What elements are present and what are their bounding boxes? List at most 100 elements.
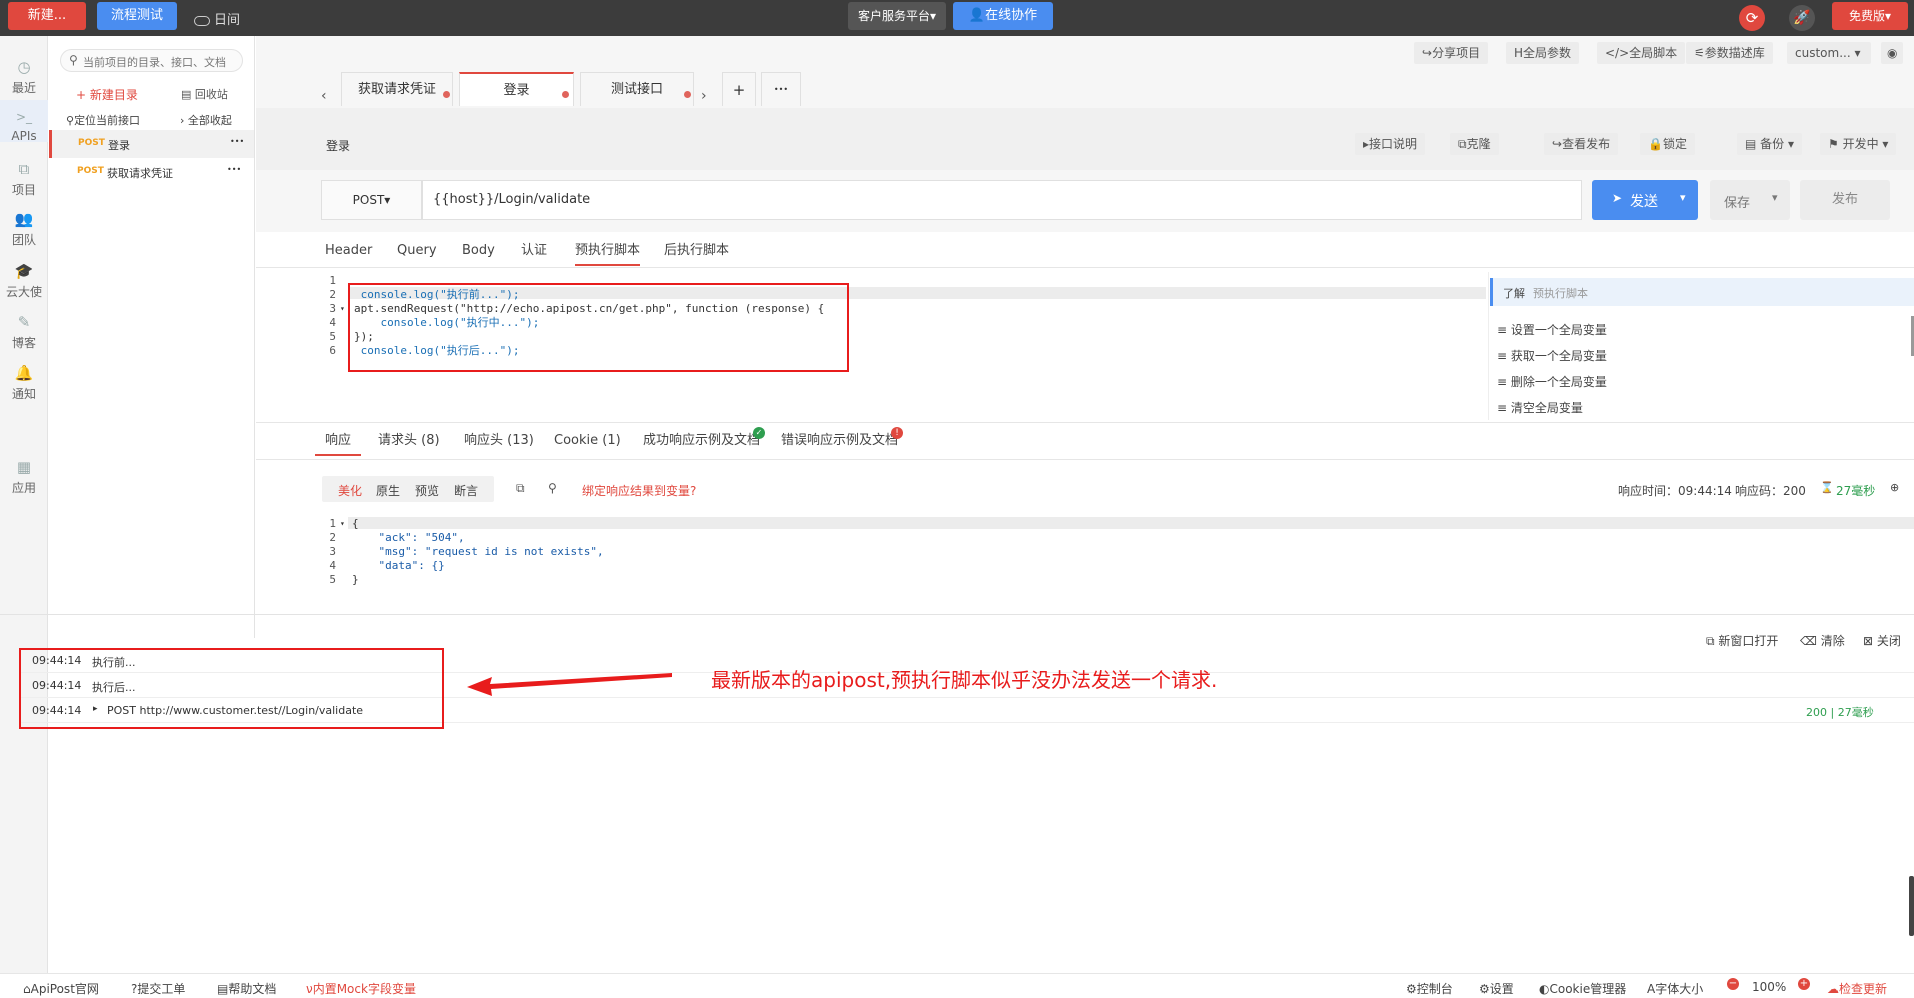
clone-button[interactable]: ⧉克隆 bbox=[1450, 133, 1499, 155]
zoom-in-icon[interactable]: + bbox=[1798, 978, 1810, 990]
rail-item-recent[interactable]: ◷ 最近 bbox=[0, 58, 48, 96]
global-params-button[interactable]: H全局参数 bbox=[1506, 42, 1580, 64]
new-folder-button[interactable]: + 新建目录 bbox=[76, 86, 138, 103]
footer-cookie[interactable]: ◐Cookie管理器 bbox=[1539, 980, 1626, 997]
page-scrollbar[interactable] bbox=[1909, 876, 1914, 936]
tab-login[interactable]: 登录 bbox=[459, 72, 574, 106]
collapse-all-button[interactable]: › 全部收起 bbox=[180, 112, 232, 128]
copy-icon[interactable]: ⧉ bbox=[516, 481, 525, 496]
tree-item[interactable]: POST 获取请求凭证 ••• bbox=[49, 158, 254, 186]
json-line: "ack": "504", bbox=[352, 531, 465, 544]
tab-prev[interactable]: ‹ bbox=[321, 88, 327, 104]
caret-down-icon[interactable]: ▾ bbox=[1680, 191, 1686, 204]
new-button[interactable]: 新建... bbox=[8, 2, 86, 30]
save-button[interactable]: 保存 ▾ bbox=[1710, 180, 1790, 220]
console-new-window-button[interactable]: ⧉ 新窗口打开 bbox=[1706, 632, 1778, 649]
rail-item-notify[interactable]: 🔔 通知 bbox=[0, 364, 48, 402]
share-project-button[interactable]: ↪分享项目 bbox=[1414, 42, 1489, 64]
response-duration: 27毫秒 bbox=[1836, 484, 1876, 498]
footer-label: 帮助文档 bbox=[228, 982, 277, 996]
env-select[interactable]: custom... ▾ bbox=[1787, 42, 1871, 64]
snippet-item[interactable]: ≡ 获取一个全局变量 bbox=[1497, 347, 1607, 364]
subtab-pre-script[interactable]: 预执行脚本 bbox=[575, 236, 641, 266]
footer-link-site[interactable]: ⌂ApiPost官网 bbox=[23, 980, 99, 997]
snippet-item[interactable]: ≡ 设置一个全局变量 bbox=[1497, 321, 1607, 338]
status-select[interactable]: ⚑ 开发中 ▾ bbox=[1820, 133, 1897, 155]
tree-search[interactable]: ⚲ 当前项目的目录、接口、文档 bbox=[60, 49, 243, 72]
fold-arrow-icon[interactable]: ▾ bbox=[340, 517, 345, 531]
locate-button[interactable]: ⚲定位当前接口 bbox=[66, 112, 140, 128]
url-input[interactable]: {{host}}/Login/validate bbox=[422, 180, 1582, 220]
sync-icon[interactable]: ⟳ bbox=[1739, 5, 1765, 31]
view-mode-raw[interactable]: 原生 bbox=[376, 482, 400, 499]
subtab-post-script[interactable]: 后执行脚本 bbox=[664, 236, 729, 266]
subtab-header[interactable]: Header bbox=[325, 236, 372, 266]
plan-button[interactable]: 免费版▾ bbox=[1832, 2, 1908, 30]
subtab-query[interactable]: Query bbox=[397, 236, 437, 266]
response-body[interactable]: 1 ▾ 2 3 4 5 { "ack": "504", "msg": "requ… bbox=[318, 516, 1914, 596]
footer-console[interactable]: ⚙控制台 bbox=[1406, 980, 1453, 997]
subtab-auth[interactable]: 认证 bbox=[521, 236, 547, 266]
footer-update[interactable]: ☁检查更新 bbox=[1827, 980, 1887, 997]
send-button[interactable]: ➤ 发送 ▾ bbox=[1592, 180, 1698, 220]
workspace-select[interactable]: 客户服务平台▾ bbox=[848, 2, 946, 30]
rail-label: 博客 bbox=[11, 336, 36, 350]
view-mode-assert[interactable]: 断言 bbox=[454, 482, 478, 499]
param-lib-button[interactable]: ⚟参数描述库 bbox=[1686, 42, 1773, 64]
subtab-body[interactable]: Body bbox=[462, 236, 495, 266]
zoom-out-icon[interactable]: − bbox=[1727, 978, 1739, 990]
resp-tab-response[interactable]: 响应 bbox=[315, 426, 362, 456]
lock-button[interactable]: 🔒锁定 bbox=[1640, 133, 1695, 155]
flow-test-button[interactable]: 流程测试 bbox=[97, 2, 177, 30]
snippet-item[interactable]: ≡ 清空全局变量 bbox=[1497, 399, 1583, 416]
tab-more-button[interactable]: ••• bbox=[761, 72, 801, 106]
close-label: 关闭 bbox=[1876, 634, 1901, 648]
view-publish-button[interactable]: ↪查看发布 bbox=[1544, 133, 1619, 155]
caret-down-icon[interactable]: ▾ bbox=[1772, 191, 1778, 204]
tab-next[interactable]: › bbox=[701, 88, 707, 104]
rail-item-apps[interactable]: ▦ 应用 bbox=[0, 458, 48, 496]
resp-tab-success-doc[interactable]: 成功响应示例及文档 bbox=[643, 426, 760, 456]
footer-link-help[interactable]: ▤帮助文档 bbox=[217, 980, 276, 997]
more-icon[interactable]: ••• bbox=[230, 137, 244, 146]
more-icon[interactable]: ••• bbox=[227, 165, 241, 174]
global-script-button[interactable]: </>全局脚本 bbox=[1597, 42, 1686, 64]
backup-button[interactable]: ▤ 备份 ▾ bbox=[1737, 133, 1803, 155]
recycle-button[interactable]: ▤ 回收站 bbox=[181, 86, 228, 102]
api-doc-button[interactable]: ▸接口说明 bbox=[1355, 133, 1426, 155]
method-select[interactable]: POST▾ bbox=[321, 180, 422, 220]
rail-item-apis[interactable]: >_ APIs bbox=[0, 100, 48, 143]
console-clear-button[interactable]: ⌫ 清除 bbox=[1800, 632, 1845, 649]
resp-tab-cookie[interactable]: Cookie (1) bbox=[554, 426, 621, 456]
tree-item[interactable]: POST 登录 ••• bbox=[49, 130, 254, 158]
publish-button[interactable]: 发布 bbox=[1800, 180, 1890, 220]
eye-icon[interactable]: ◉ bbox=[1881, 42, 1904, 64]
footer-link-mock[interactable]: ν内置Mock字段变量 bbox=[306, 980, 416, 997]
view-mode-preview[interactable]: 预览 bbox=[415, 482, 439, 499]
footer-settings[interactable]: ⚙设置 bbox=[1479, 980, 1514, 997]
bind-variable-link[interactable]: 绑定响应结果到变量? bbox=[582, 482, 696, 499]
theme-toggle[interactable]: 日间 bbox=[194, 9, 240, 28]
view-mode-beautify[interactable]: 美化 bbox=[338, 482, 362, 499]
rail-item-ambassador[interactable]: 🎓 云大使 bbox=[0, 262, 48, 300]
paper-plane-icon: ➤ bbox=[1612, 191, 1623, 205]
rocket-icon[interactable]: 🚀 bbox=[1789, 5, 1815, 31]
footer-link-ticket[interactable]: ?提交工单 bbox=[131, 980, 185, 997]
footer-font-size[interactable]: A字体大小 bbox=[1647, 980, 1703, 997]
download-icon[interactable]: ⊕ bbox=[1890, 481, 1899, 494]
resp-tab-req-headers[interactable]: 请求头 (8) bbox=[378, 426, 440, 456]
rail-item-project[interactable]: ⧉ 项目 bbox=[0, 160, 48, 198]
tab-add-button[interactable]: + bbox=[722, 72, 756, 106]
search-icon[interactable]: ⚲ bbox=[548, 481, 557, 495]
resp-tab-resp-headers[interactable]: 响应头 (13) bbox=[464, 426, 534, 456]
resp-tab-error-doc[interactable]: 错误响应示例及文档 bbox=[781, 426, 898, 456]
rail-item-blog[interactable]: ✎ 博客 bbox=[0, 313, 48, 351]
console-close-button[interactable]: ⊠ 关闭 bbox=[1863, 632, 1901, 649]
tab-test-api[interactable]: 测试接口 bbox=[580, 72, 694, 106]
tab-get-credentials[interactable]: 获取请求凭证 bbox=[341, 72, 453, 106]
snippet-item[interactable]: ≡ 删除一个全局变量 bbox=[1497, 373, 1607, 390]
collab-button[interactable]: 👤在线协作 bbox=[953, 2, 1053, 30]
rail-item-team[interactable]: 👥 团队 bbox=[0, 210, 48, 248]
flag-icon: ⚑ bbox=[1828, 137, 1843, 151]
fold-arrow-icon[interactable]: ▾ bbox=[340, 302, 345, 316]
